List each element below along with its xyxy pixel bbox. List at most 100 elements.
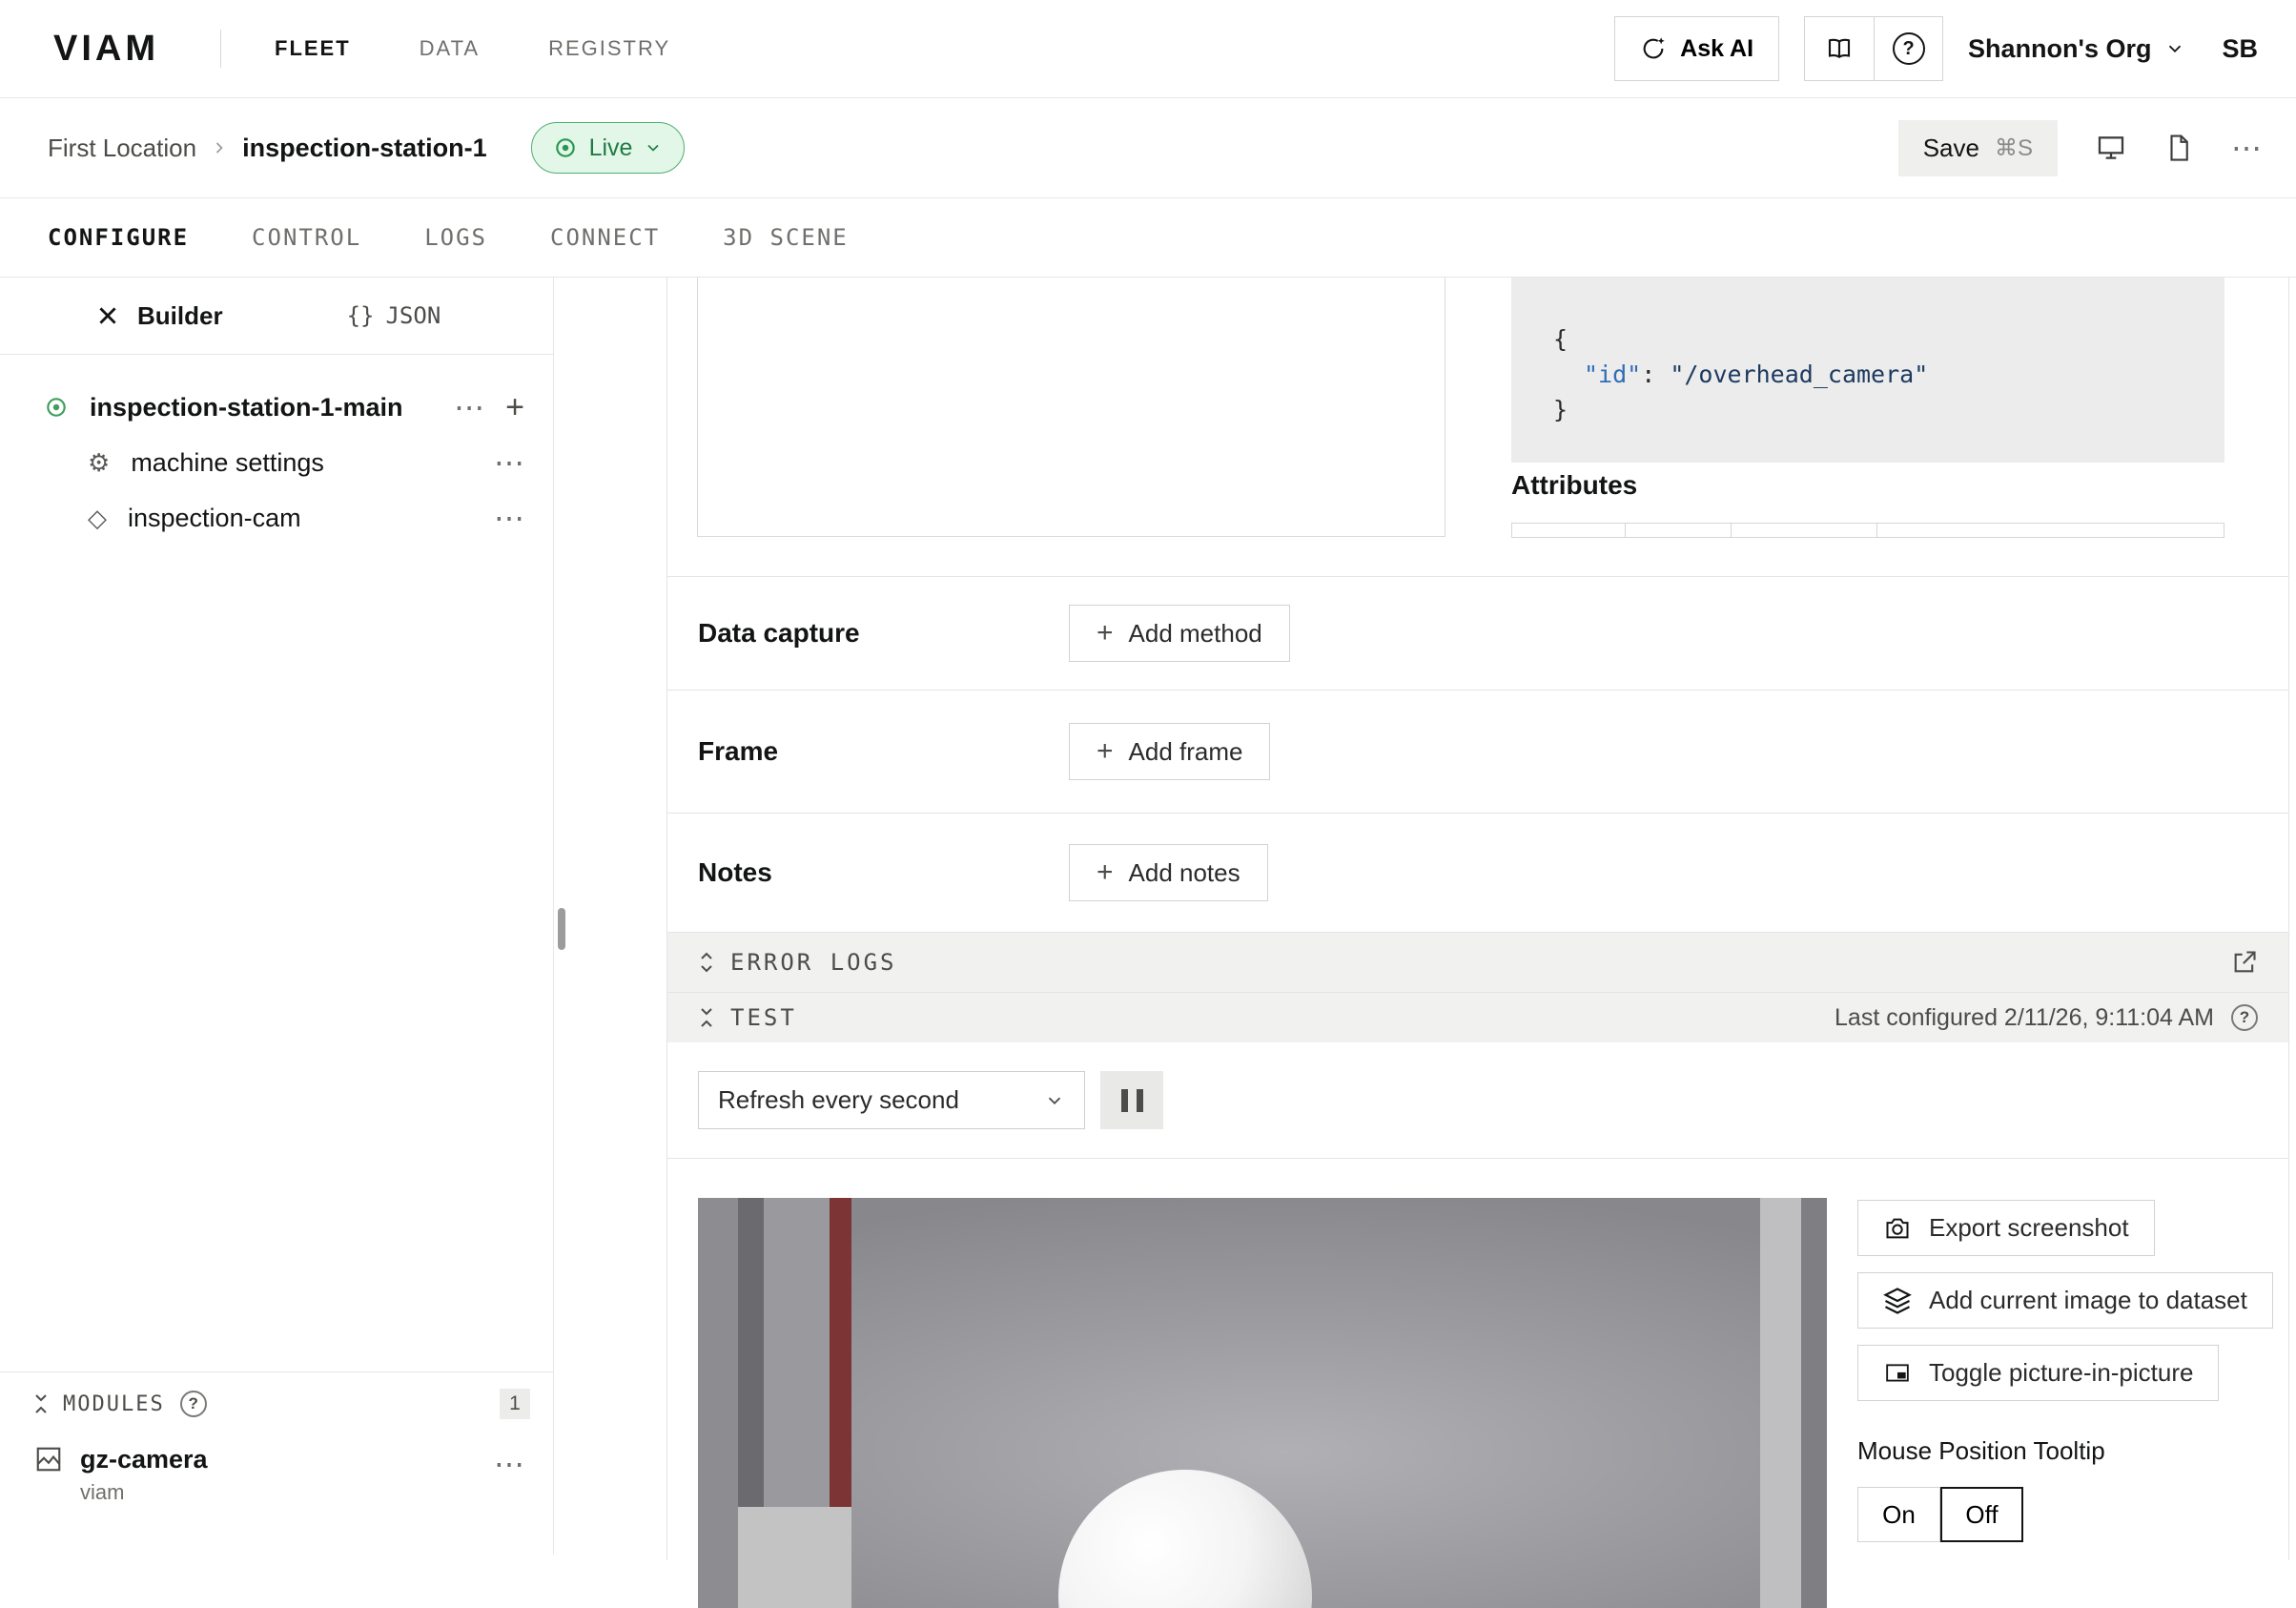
error-logs-title: ERROR LOGS — [730, 949, 897, 976]
tree-item-machine-settings[interactable]: ⚙ machine settings ⋯ — [0, 435, 553, 490]
json-mode-toggle[interactable]: {} JSON — [347, 302, 441, 329]
machine-settings-menu-icon[interactable]: ⋯ — [494, 447, 524, 478]
attr-col-divider — [1876, 524, 1877, 537]
attributes-table — [1511, 523, 2224, 538]
live-target-icon — [553, 135, 578, 160]
unfold-icon[interactable] — [698, 950, 715, 975]
refresh-rate-value: Refresh every second — [718, 1085, 959, 1115]
notes-section: Notes + Add notes — [667, 813, 2288, 932]
module-item-gz-camera[interactable]: gz-camera viam ⋯ — [0, 1435, 553, 1528]
code-line-id: "id": "/overhead_camera" — [1553, 357, 2224, 392]
tree-item-main-part[interactable]: inspection-station-1-main ⋯ + — [0, 380, 553, 435]
notes-label: Notes — [698, 857, 1069, 888]
chevron-down-icon — [1044, 1090, 1065, 1111]
user-avatar[interactable]: SB — [2222, 34, 2258, 64]
builder-json-toggle: Builder {} JSON — [0, 278, 553, 355]
pause-icon — [1121, 1089, 1128, 1112]
tab-control[interactable]: CONTROL — [252, 224, 361, 251]
collapse-icon[interactable] — [32, 1392, 50, 1416]
tab-logs[interactable]: LOGS — [424, 224, 487, 251]
builder-mode-toggle[interactable]: Builder — [95, 301, 223, 331]
document-icon[interactable] — [2164, 133, 2193, 163]
pause-icon — [1137, 1089, 1143, 1112]
attributes-json-preview: { "id": "/overhead_camera" } — [1511, 278, 2224, 463]
nav-item-data[interactable]: DATA — [420, 36, 480, 61]
pause-button[interactable] — [1100, 1071, 1163, 1129]
export-screenshot-button[interactable]: Export screenshot — [1857, 1200, 2155, 1256]
error-logs-bar[interactable]: ERROR LOGS — [667, 932, 2288, 992]
cam-wall-band — [1801, 1198, 1827, 1608]
ask-ai-label: Ask AI — [1680, 35, 1753, 63]
data-capture-section: Data capture + Add method — [667, 576, 2288, 690]
add-component-icon[interactable]: + — [505, 391, 524, 423]
builder-label: Builder — [137, 301, 223, 331]
tooltip-on-button[interactable]: On — [1857, 1487, 1940, 1542]
test-help-icon[interactable]: ? — [2231, 1004, 2258, 1031]
module-menu-icon[interactable]: ⋯ — [494, 1449, 524, 1479]
add-to-dataset-button[interactable]: Add current image to dataset — [1857, 1272, 2273, 1329]
tab-configure[interactable]: CONFIGURE — [48, 224, 189, 251]
component-config-card: { "id": "/overhead_camera" } Attributes … — [666, 278, 2289, 1560]
add-notes-button[interactable]: + Add notes — [1069, 844, 1268, 901]
refresh-rate-select[interactable]: Refresh every second — [698, 1071, 1085, 1129]
tab-connect[interactable]: CONNECT — [550, 224, 660, 251]
help-icon: ? — [1893, 32, 1925, 65]
org-switcher[interactable]: Shannon's Org — [1968, 34, 2185, 64]
tooltip-toggle-group: On Off — [1857, 1487, 2023, 1542]
json-label: JSON — [385, 302, 441, 329]
plus-icon: + — [1097, 858, 1114, 887]
machine-settings-label: machine settings — [131, 448, 324, 478]
cam-wall-band — [1760, 1198, 1801, 1608]
attr-col-divider — [1625, 524, 1626, 537]
last-configured-text: Last configured 2/11/26, 9:11:04 AM — [1835, 1004, 2214, 1032]
tab-3d-scene[interactable]: 3D SCENE — [723, 224, 849, 251]
add-frame-label: Add frame — [1129, 737, 1243, 767]
nav-item-registry[interactable]: REGISTRY — [548, 36, 670, 61]
add-frame-button[interactable]: + Add frame — [1069, 723, 1270, 780]
main-part-label: inspection-station-1-main — [90, 393, 403, 423]
toggle-pip-button[interactable]: Toggle picture-in-picture — [1857, 1345, 2219, 1401]
layers-icon — [1883, 1287, 1912, 1315]
inspection-cam-menu-icon[interactable]: ⋯ — [494, 503, 524, 533]
config-edit-panel[interactable] — [697, 278, 1445, 537]
builder-icon — [95, 303, 120, 328]
test-bar[interactable]: TEST Last configured 2/11/26, 9:11:04 AM… — [667, 992, 2288, 1042]
attr-col-divider — [1731, 524, 1732, 537]
save-button[interactable]: Save ⌘S — [1898, 120, 2058, 176]
chevron-down-icon — [644, 138, 663, 157]
export-screenshot-label: Export screenshot — [1929, 1213, 2129, 1243]
tree-item-inspection-cam[interactable]: ◇ inspection-cam ⋯ — [0, 490, 553, 546]
modules-count-badge: 1 — [500, 1389, 530, 1419]
cam-red-stripe — [830, 1198, 851, 1507]
more-options-icon[interactable]: ⋯ — [2231, 133, 2262, 163]
viam-logo: VIAM — [53, 29, 159, 70]
chevron-down-icon — [2164, 38, 2185, 59]
ask-ai-button[interactable]: Ask AI — [1614, 16, 1779, 81]
breadcrumb-location[interactable]: First Location — [48, 134, 196, 163]
plus-icon: + — [1097, 737, 1114, 766]
fold-icon[interactable] — [698, 1005, 715, 1030]
sidebar-resize-handle[interactable] — [558, 908, 565, 950]
nav-item-fleet[interactable]: FLEET — [275, 36, 351, 61]
add-method-button[interactable]: + Add method — [1069, 605, 1290, 662]
code-value: "/overhead_camera" — [1670, 361, 1928, 388]
machine-name: inspection-station-1 — [242, 134, 487, 163]
top-nav: VIAM FLEET DATA REGISTRY Ask AI — [0, 0, 2296, 98]
add-method-label: Add method — [1129, 619, 1262, 649]
docs-help-group: ? — [1804, 16, 1943, 81]
docs-button[interactable] — [1805, 17, 1874, 80]
help-button[interactable]: ? — [1874, 17, 1942, 80]
inspection-cam-label: inspection-cam — [128, 504, 301, 533]
external-link-icon[interactable] — [2231, 949, 2258, 976]
module-org: viam — [80, 1480, 208, 1505]
cam-floor-patch — [738, 1507, 851, 1608]
machine-tabs: CONFIGURE CONTROL LOGS CONNECT 3D SCENE — [0, 198, 2296, 278]
config-sidebar: Builder {} JSON inspection-station-1-mai… — [0, 278, 554, 1555]
live-status-dropdown[interactable]: Live — [531, 122, 686, 174]
monitor-icon[interactable] — [2096, 133, 2126, 163]
module-name: gz-camera — [80, 1445, 208, 1474]
tooltip-off-button[interactable]: Off — [1940, 1487, 2023, 1542]
modules-help-icon[interactable]: ? — [180, 1391, 207, 1417]
part-menu-icon[interactable]: ⋯ — [454, 392, 484, 423]
attributes-title: Attributes — [1511, 470, 1637, 501]
